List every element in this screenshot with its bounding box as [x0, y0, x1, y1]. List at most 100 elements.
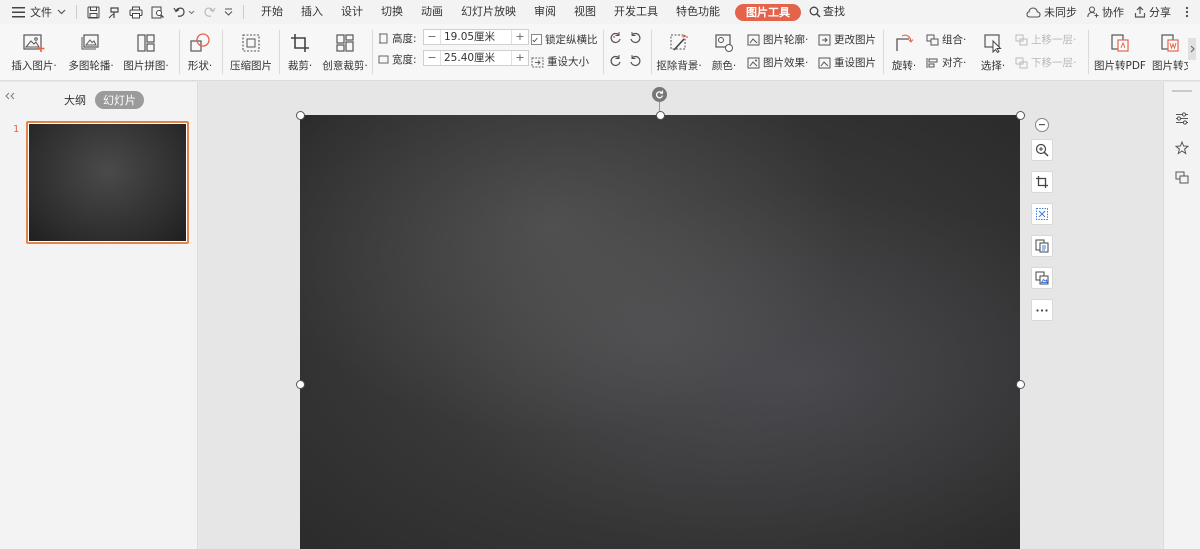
- tab-design[interactable]: 设计: [332, 0, 372, 24]
- save-button[interactable]: [83, 2, 104, 22]
- picture-to-pdf-button[interactable]: 图片转PDF: [1092, 30, 1148, 73]
- file-menu-button[interactable]: 文件: [8, 2, 70, 22]
- flip-left-button[interactable]: [609, 54, 625, 67]
- width-stepper[interactable]: − 25.40厘米 +: [423, 50, 529, 66]
- crop-icon: [1036, 176, 1048, 188]
- shape-label: 形状·: [187, 60, 213, 72]
- share-button[interactable]: 分享: [1134, 4, 1171, 20]
- width-decrease-button[interactable]: −: [424, 51, 440, 65]
- resize-handle-right[interactable]: [1016, 380, 1025, 389]
- rotate-right-button[interactable]: [629, 31, 645, 44]
- slide-thumbnail[interactable]: [26, 121, 189, 244]
- divider: [651, 30, 652, 74]
- float-change-picture-button[interactable]: [1031, 267, 1053, 289]
- multi-carousel-button[interactable]: 多图轮播·: [66, 30, 116, 73]
- height-input[interactable]: 19.05厘米: [440, 30, 512, 44]
- selection-pane-button[interactable]: [1174, 170, 1190, 186]
- select-button[interactable]: 选择·: [978, 30, 1008, 73]
- remove-background-button[interactable]: 抠除背景·: [655, 30, 703, 73]
- rotate-button[interactable]: 旋转·: [888, 30, 920, 73]
- insert-picture-button[interactable]: 插入图片·: [9, 30, 59, 73]
- divider: [883, 30, 884, 74]
- customize-toolbar-button[interactable]: [220, 2, 237, 22]
- picture-outline-icon: [747, 34, 760, 45]
- creative-crop-button[interactable]: 创意裁剪·: [321, 30, 369, 73]
- float-zoom-button[interactable]: [1031, 139, 1053, 161]
- height-stepper[interactable]: − 19.05厘米 +: [423, 29, 529, 45]
- crop-icon: [291, 34, 309, 52]
- tab-animations[interactable]: 动画: [412, 0, 452, 24]
- group-button[interactable]: 组合·: [926, 32, 966, 47]
- undo-button[interactable]: [169, 2, 199, 22]
- tab-slides[interactable]: 幻灯片: [95, 91, 144, 109]
- picture-to-text-label: 图片转文: [1152, 60, 1188, 72]
- property-settings-button[interactable]: [1174, 110, 1190, 126]
- tab-transitions[interactable]: 切换: [372, 0, 412, 24]
- tab-developer[interactable]: 开发工具: [605, 0, 667, 24]
- format-painter-button[interactable]: [104, 2, 125, 22]
- picture-collage-button[interactable]: 图片拼图·: [121, 30, 171, 73]
- print-preview-button[interactable]: [147, 2, 169, 22]
- resize-handle-top-left[interactable]: [296, 111, 305, 120]
- float-more-button[interactable]: [1031, 299, 1053, 321]
- width-input[interactable]: 25.40厘米: [440, 51, 512, 65]
- print-button[interactable]: [125, 2, 147, 22]
- picture-effects-button[interactable]: 图片效果·: [747, 55, 808, 70]
- collage-icon: [137, 34, 155, 52]
- zoom-in-icon: [1035, 143, 1049, 157]
- more-menu-button[interactable]: [1185, 6, 1192, 18]
- tab-outline[interactable]: 大纲: [64, 92, 86, 108]
- ribbon-tabs: 开始 插入 设计 切换 动画 幻灯片放映 审阅 视图 开发工具 特色功能 图片工…: [252, 0, 854, 24]
- picture-collage-label: 图片拼图·: [123, 60, 169, 72]
- print-preview-icon: [151, 6, 164, 18]
- tab-slideshow[interactable]: 幻灯片放映: [452, 0, 525, 24]
- search-button[interactable]: 查找: [807, 0, 854, 24]
- tab-insert[interactable]: 插入: [292, 0, 332, 24]
- tab-special-features[interactable]: 特色功能: [667, 0, 729, 24]
- cloud-icon: [1026, 6, 1041, 18]
- bring-forward-button[interactable]: 上移一层·: [1015, 32, 1076, 47]
- sync-status-button[interactable]: 未同步: [1026, 4, 1077, 20]
- height-decrease-button[interactable]: −: [424, 30, 440, 44]
- animation-pane-button[interactable]: [1174, 140, 1190, 156]
- rotate-handle[interactable]: [652, 87, 667, 102]
- format-painter-icon: [108, 6, 119, 18]
- lock-aspect-ratio-checkbox[interactable]: 锁定纵横比: [531, 32, 598, 47]
- change-picture-icon: [818, 34, 831, 45]
- rotate-left-button[interactable]: [609, 31, 625, 44]
- reset-size-button[interactable]: 重设大小: [531, 54, 589, 69]
- shape-button[interactable]: 形状·: [184, 30, 216, 73]
- send-backward-button[interactable]: 下移一层·: [1015, 55, 1076, 70]
- collapse-float-toolbar-button[interactable]: [1035, 118, 1049, 132]
- picture-outline-button[interactable]: 图片轮廓·: [747, 32, 808, 47]
- ribbon-scroll-right-button[interactable]: [1188, 38, 1196, 60]
- align-button[interactable]: 对齐·: [926, 55, 966, 70]
- color-button[interactable]: 颜色·: [707, 30, 741, 73]
- select-label: 选择·: [980, 60, 1006, 72]
- picture-to-text-button[interactable]: 图片转文: [1152, 30, 1188, 73]
- reset-picture-button[interactable]: 重设图片: [818, 55, 876, 70]
- chalkboard-picture[interactable]: [300, 115, 1020, 549]
- sliders-icon: [1176, 111, 1188, 125]
- float-picture-to-text-button[interactable]: [1031, 235, 1053, 257]
- flip-right-button[interactable]: [629, 54, 645, 67]
- change-picture-button[interactable]: 更改图片: [818, 32, 876, 47]
- divider: [279, 30, 280, 74]
- resize-handle-top-right[interactable]: [1016, 111, 1025, 120]
- collaborate-label: 协作: [1102, 6, 1124, 19]
- tab-home[interactable]: 开始: [252, 0, 292, 24]
- compress-picture-button[interactable]: 压缩图片: [228, 30, 274, 73]
- redo-button[interactable]: [199, 2, 220, 22]
- crop-button[interactable]: 裁剪·: [285, 30, 315, 73]
- resize-handle-left[interactable]: [296, 380, 305, 389]
- resize-handle-top[interactable]: [656, 111, 665, 120]
- height-increase-button[interactable]: +: [512, 30, 528, 44]
- collapse-panel-button[interactable]: [5, 92, 15, 103]
- tab-view[interactable]: 视图: [565, 0, 605, 24]
- tab-review[interactable]: 审阅: [525, 0, 565, 24]
- tab-picture-tools[interactable]: 图片工具: [735, 3, 801, 21]
- collaborate-button[interactable]: 协作: [1087, 4, 1124, 20]
- width-increase-button[interactable]: +: [512, 51, 528, 65]
- float-remove-background-button[interactable]: [1031, 203, 1053, 225]
- float-crop-button[interactable]: [1031, 171, 1053, 193]
